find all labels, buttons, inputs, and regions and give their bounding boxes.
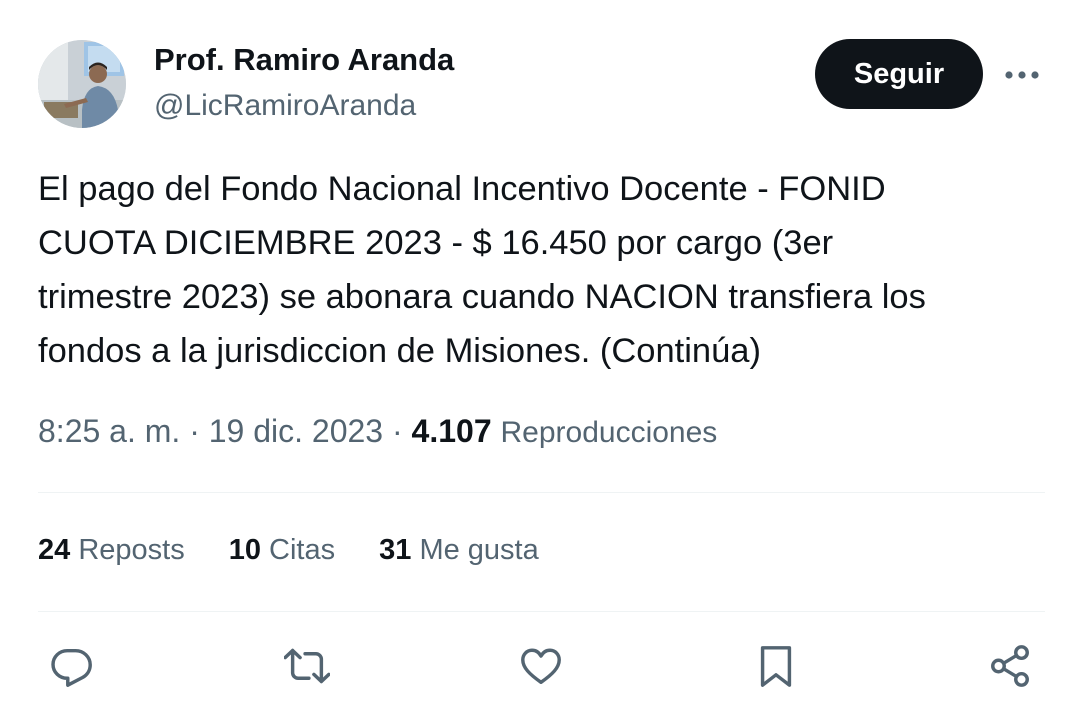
reposts-count: 24 — [38, 534, 71, 566]
share-button[interactable] — [984, 640, 1036, 692]
author-name[interactable]: Prof. Ramiro Aranda — [154, 42, 454, 78]
likes-count: 31 — [379, 534, 412, 566]
quotes-label: Citas — [269, 534, 336, 566]
like-icon — [521, 648, 561, 685]
like-button[interactable] — [515, 640, 567, 692]
reply-button[interactable] — [46, 640, 98, 692]
views-count: 4.107 — [411, 413, 492, 449]
more-options-button[interactable] — [1002, 58, 1042, 92]
tweet-text: El pago del Fondo Nacional Incentivo Doc… — [38, 162, 1048, 378]
likes-stat[interactable]: 31 Me gusta — [379, 534, 539, 567]
bookmark-button[interactable] — [750, 640, 802, 692]
tweet-stats: 24 Reposts 10 Citas 31 Me gusta — [38, 534, 583, 567]
repost-button[interactable] — [281, 640, 333, 692]
tweet-date[interactable]: 19 dic. 2023 — [209, 413, 383, 449]
likes-label: Me gusta — [419, 534, 539, 566]
meta-separator: · — [180, 413, 209, 449]
tweet-meta: 8:25 a. m. · 19 dic. 2023 · 4.107 Reprod… — [38, 413, 717, 450]
views-label: Reproducciones — [500, 416, 718, 449]
tweet-text-line: El pago del Fondo Nacional Incentivo Doc… — [38, 170, 886, 208]
tweet-text-line: CUOTA DICIEMBRE 2023 - $ 16.450 por carg… — [38, 224, 834, 262]
quotes-stat[interactable]: 10 Citas — [229, 534, 335, 567]
more-icon — [1005, 71, 1039, 79]
author-handle[interactable]: @LicRamiroAranda — [154, 89, 416, 123]
action-bar — [0, 640, 1080, 692]
meta-separator: · — [383, 413, 412, 449]
divider — [38, 611, 1045, 612]
bookmark-icon — [760, 646, 792, 687]
divider — [38, 492, 1045, 493]
follow-button[interactable]: Seguir — [815, 39, 983, 109]
reposts-stat[interactable]: 24 Reposts — [38, 534, 185, 567]
avatar[interactable] — [38, 40, 126, 128]
reply-icon — [51, 648, 92, 687]
quotes-count: 10 — [228, 534, 261, 566]
tweet-time[interactable]: 8:25 a. m. — [38, 413, 180, 449]
reposts-label: Reposts — [78, 534, 185, 566]
avatar-photo — [38, 40, 126, 128]
tweet-text-line: trimestre 2023) se abonara cuando NACION… — [38, 278, 926, 316]
share-icon — [991, 645, 1029, 687]
repost-icon — [284, 648, 330, 684]
tweet-text-line: fondos a la jurisdiccion de Misiones. (C… — [38, 332, 761, 370]
